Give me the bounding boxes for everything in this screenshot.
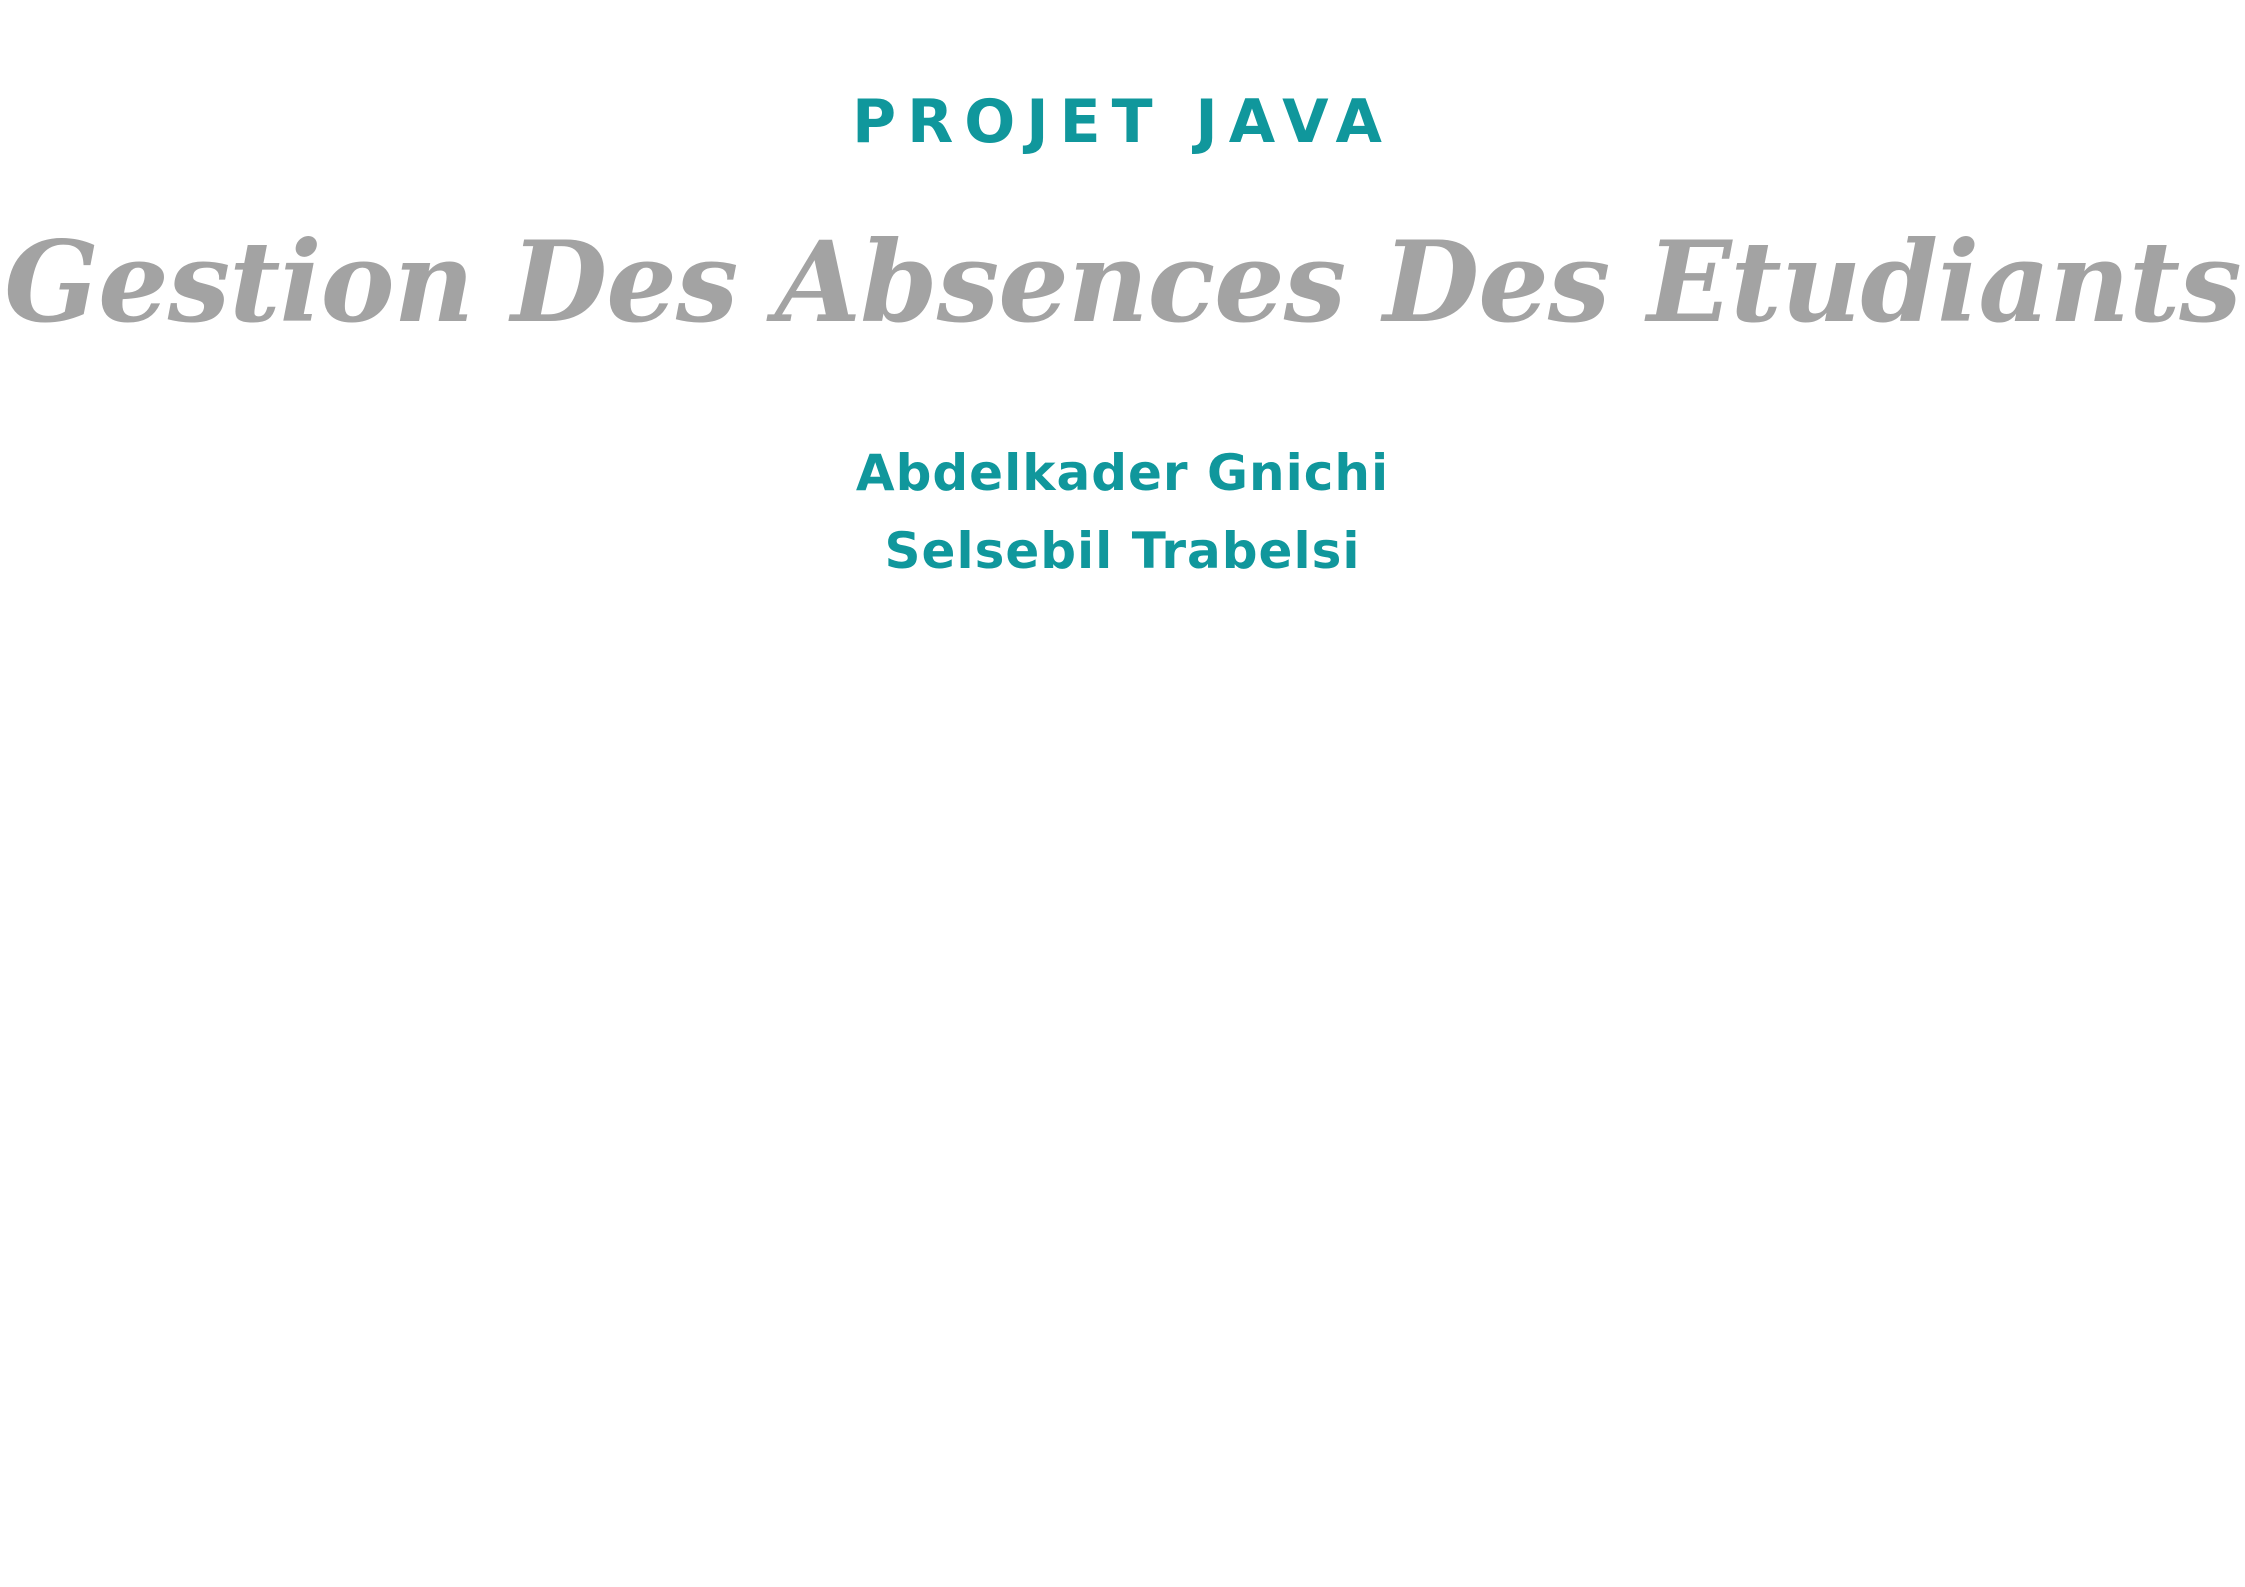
author-list: Abdelkader Gnichi Selsebil Trabelsi xyxy=(0,434,2245,590)
document-title: Gestion Des Absences Des Etudiants xyxy=(4,218,2241,348)
document-page: PROJET JAVA Gestion Des Absences Des Etu… xyxy=(0,0,2245,1587)
author-name: Abdelkader Gnichi xyxy=(855,444,1390,502)
project-label: PROJET JAVA xyxy=(852,87,1393,157)
author-name: Selsebil Trabelsi xyxy=(884,522,1361,580)
